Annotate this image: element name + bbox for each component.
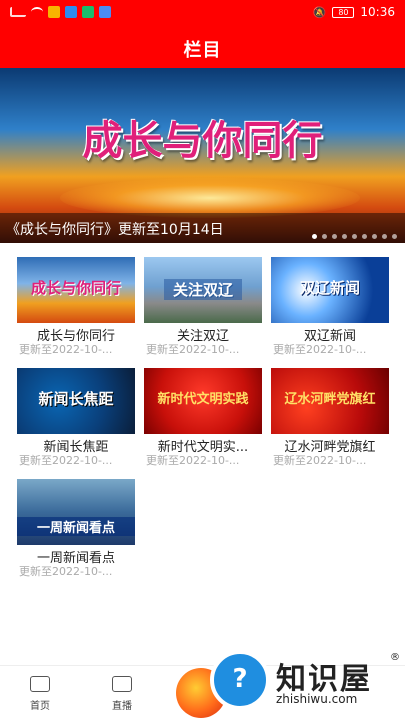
signal-icon: [10, 7, 26, 17]
banner-art-text: 成长与你同行: [82, 118, 323, 164]
newspaper-icon: [30, 676, 50, 692]
column-thumbnail: 双辽新闻: [271, 257, 389, 323]
question-icon: ?: [232, 664, 248, 694]
thumbnail-text: 一周新闻看点: [17, 517, 135, 536]
page-title: 栏目: [183, 40, 222, 61]
app-notification-icon: [99, 6, 111, 18]
registered-mark: ®: [390, 652, 400, 663]
app-notification-icon: [82, 6, 94, 18]
column-thumbnail: 辽水河畔党旗红: [271, 368, 389, 434]
column-card[interactable]: 新时代文明实践 新时代文明实... 更新至2022-10-...: [144, 354, 262, 467]
banner-glow: [60, 178, 360, 218]
carousel-dot[interactable]: [342, 234, 347, 239]
column-update: 更新至2022-10-...: [146, 454, 240, 467]
nav-home[interactable]: 首页: [10, 676, 70, 712]
column-thumbnail: 关注双辽: [144, 257, 262, 323]
app-notification-icon: [48, 6, 60, 18]
column-thumbnail: 成长与你同行: [17, 257, 135, 323]
column-update: 更新至2022-10-...: [19, 565, 113, 578]
column-thumbnail: 新时代文明实践: [144, 368, 262, 434]
app-header: 栏目: [0, 26, 405, 68]
column-thumbnail: 一周新闻看点: [17, 479, 135, 545]
thumbnail-text: 辽水河畔党旗红: [284, 392, 376, 407]
column-card[interactable]: 辽水河畔党旗红 辽水河畔党旗红 更新至2022-10-...: [271, 354, 389, 467]
carousel-dot[interactable]: [382, 234, 387, 239]
carousel-dot[interactable]: [352, 234, 357, 239]
banner-caption: 《成长与你同行》更新至10月14日: [6, 222, 224, 238]
wifi-icon: [31, 7, 43, 17]
column-card[interactable]: 新闻长焦距 新闻长焦距 更新至2022-10-...: [17, 354, 135, 467]
thumbnail-text: 新时代文明实践: [157, 392, 249, 407]
column-card[interactable]: 成长与你同行 成长与你同行 更新至2022-10-...: [17, 243, 135, 356]
nav-label: 首页: [30, 701, 50, 712]
carousel-dot[interactable]: [362, 234, 367, 239]
banner-carousel[interactable]: 成长与你同行 《成长与你同行》更新至10月14日: [0, 68, 405, 243]
nav-live[interactable]: 直播: [92, 676, 152, 712]
mute-icon: 🔕: [312, 5, 327, 19]
nav-label: 直播: [112, 701, 132, 712]
battery-icon: 80: [332, 6, 355, 18]
watermark-logo: ?: [210, 650, 270, 710]
thumbnail-text: 双辽新闻: [299, 279, 360, 297]
column-card[interactable]: 双辽新闻 双辽新闻 更新至2022-10-...: [271, 243, 389, 356]
carousel-indicator: [312, 234, 397, 239]
thumbnail-text: 关注双辽: [164, 279, 242, 300]
carousel-dot[interactable]: [332, 234, 337, 239]
carousel-dot[interactable]: [372, 234, 377, 239]
clock: 10:36: [360, 5, 395, 19]
column-card[interactable]: 一周新闻看点 一周新闻看点 更新至2022-10-...: [17, 465, 135, 578]
thumbnail-text: 新闻长焦距: [38, 390, 114, 408]
carousel-dot[interactable]: [322, 234, 327, 239]
column-update: 更新至2022-10-...: [273, 454, 367, 467]
play-icon: [112, 676, 132, 692]
carousel-dot[interactable]: [392, 234, 397, 239]
carousel-dot[interactable]: [312, 234, 317, 239]
status-bar: 🔕 80 10:36: [0, 0, 405, 26]
app-notification-icon: [65, 6, 77, 18]
column-card[interactable]: 关注双辽 关注双辽 更新至2022-10-...: [144, 243, 262, 356]
thumbnail-text: 成长与你同行: [30, 279, 121, 297]
column-thumbnail: 新闻长焦距: [17, 368, 135, 434]
watermark-domain: zhishiwu.com: [276, 692, 358, 706]
